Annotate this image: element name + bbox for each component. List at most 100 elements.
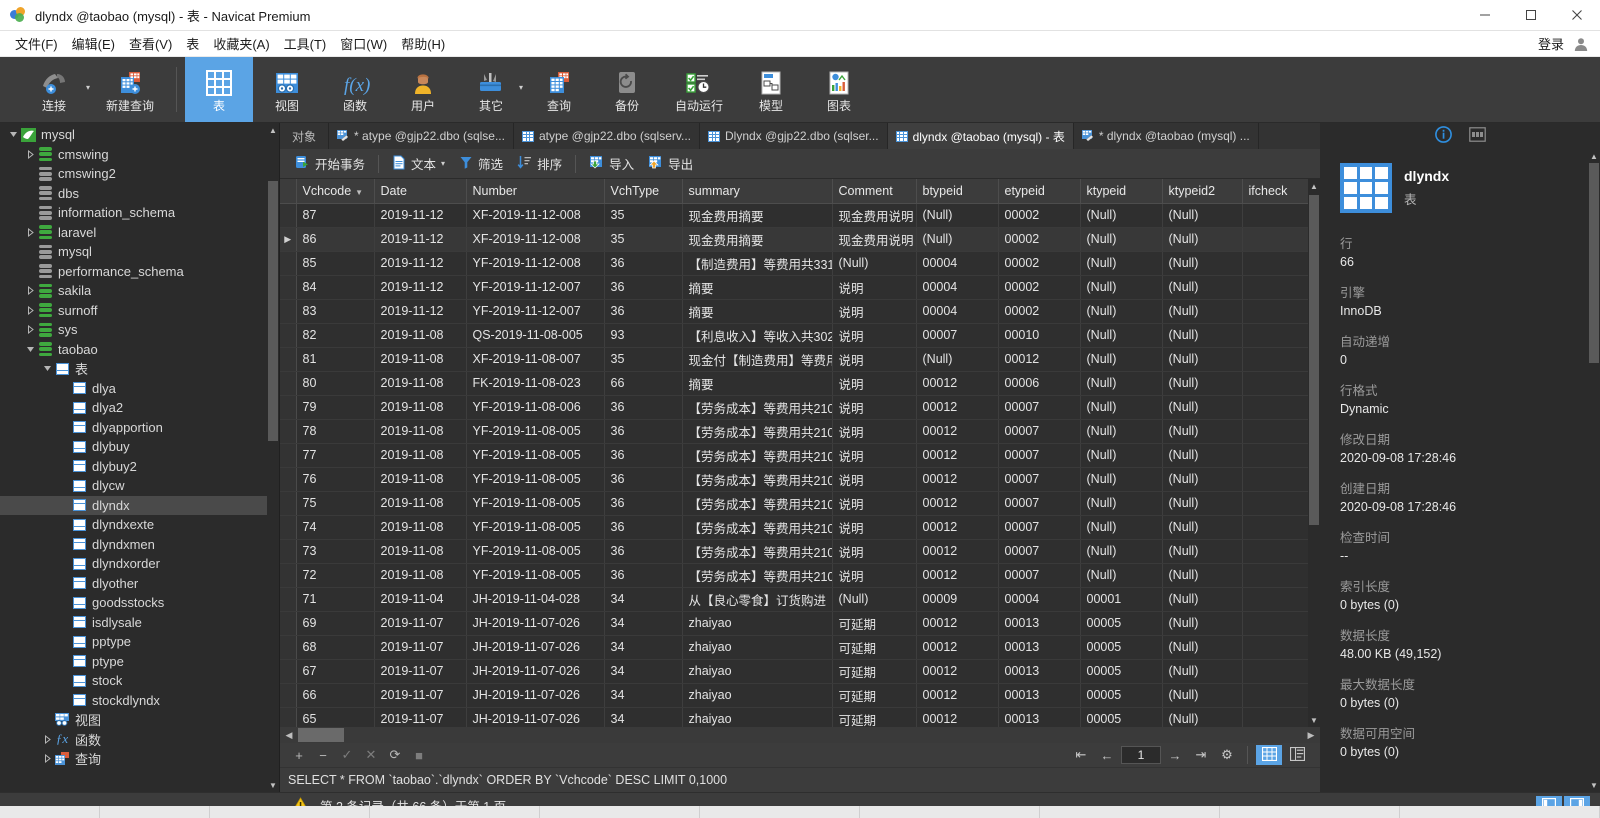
cell-summary[interactable]: zhaiyao [682,683,833,708]
begin-transaction-button[interactable]: 开始事务 [288,151,372,176]
cell-Number[interactable]: JH-2019-11-07-026 [466,683,605,708]
cell-ktypeid[interactable]: (Null) [1080,299,1163,324]
cell-btypeid[interactable]: 00012 [916,659,999,684]
cell-ifcheck[interactable] [1242,227,1319,252]
twisty-expanded-icon[interactable] [40,364,54,373]
tree-item-dlyndxorder[interactable]: dlyndxorder [0,554,267,574]
row-selector[interactable] [280,467,297,492]
cell-Date[interactable]: 2019-11-04 [374,587,467,612]
cell-etypeid[interactable]: 00007 [998,539,1081,564]
cell-Vchcode[interactable]: 65 [296,707,375,727]
cell-ktypeid[interactable]: 00005 [1080,707,1163,727]
cell-summary[interactable]: zhaiyao [682,611,833,636]
sort-desc-icon[interactable]: ▼ [355,188,363,197]
cell-btypeid[interactable]: 00012 [916,467,999,492]
import-button[interactable]: 导入 [582,151,641,176]
tree-item-[interactable]: 查询 [0,749,267,769]
account-avatar-icon[interactable] [1570,34,1592,54]
cell-btypeid[interactable]: (Null) [916,227,999,252]
scrollbar-thumb[interactable] [1589,163,1599,363]
cell-Date[interactable]: 2019-11-08 [374,395,467,420]
tree-item-goodsstocks[interactable]: goodsstocks [0,593,267,613]
close-button[interactable] [1554,0,1600,31]
cell-ifcheck[interactable] [1242,299,1319,324]
cell-summary[interactable]: 【劳务成本】等费用共2100 [682,419,833,444]
cell-Date[interactable]: 2019-11-08 [374,491,467,516]
cell-ktypeid2[interactable]: (Null) [1162,611,1243,636]
cell-Vchcode[interactable]: 75 [296,491,375,516]
cell-ktypeid2[interactable]: (Null) [1162,635,1243,660]
cell-Vchcode[interactable]: 84 [296,275,375,300]
cell-ktypeid2[interactable]: (Null) [1162,515,1243,540]
cell-etypeid[interactable]: 00007 [998,443,1081,468]
cell-Number[interactable]: YF-2019-11-12-007 [466,275,605,300]
cell-etypeid[interactable]: 00007 [998,467,1081,492]
table-row[interactable]: 83 2019-11-12 YF-2019-11-12-007 36 摘要 说明 00004… [280,299,1320,324]
scroll-down-icon[interactable]: ▼ [1588,778,1600,792]
tree-item-taobao[interactable]: taobao [0,340,267,360]
tree-item-sakila[interactable]: sakila [0,281,267,301]
cell-etypeid[interactable]: 00002 [998,251,1081,276]
row-selector[interactable] [280,395,297,420]
toolbar-new-query[interactable]: 新建查询 [92,57,168,122]
cell-VchType[interactable]: 36 [604,251,683,276]
cell-ktypeid[interactable]: (Null) [1080,203,1163,228]
table-row[interactable]: 78 2019-11-08 YF-2019-11-08-005 36 【劳务成本】等费用… [280,419,1320,444]
cell-Number[interactable]: JH-2019-11-07-026 [466,707,605,727]
table-row[interactable]: 77 2019-11-08 YF-2019-11-08-005 36 【劳务成本】等费用… [280,443,1320,468]
column-header-Vchcode[interactable]: Vchcode ▼ [296,179,375,204]
cell-Comment[interactable]: 说明 [832,515,917,540]
cell-Comment[interactable]: 现金费用说明 [832,227,917,252]
column-header-Number[interactable]: Number [466,179,605,204]
cell-Date[interactable]: 2019-11-08 [374,323,467,348]
cell-Number[interactable]: JH-2019-11-04-028 [466,587,605,612]
cell-VchType[interactable]: 36 [604,419,683,444]
cell-ktypeid[interactable]: (Null) [1080,491,1163,516]
tree-item-cmswing2[interactable]: cmswing2 [0,164,267,184]
cell-Comment[interactable]: 可延期 [832,659,917,684]
cell-ifcheck[interactable] [1242,587,1319,612]
cell-ktypeid[interactable]: (Null) [1080,347,1163,372]
cell-ktypeid2[interactable]: (Null) [1162,323,1243,348]
cell-Date[interactable]: 2019-11-12 [374,299,467,324]
cell-summary[interactable]: 【劳务成本】等费用共2100 [682,467,833,492]
cell-ifcheck[interactable] [1242,443,1319,468]
toolbar-view[interactable]: 视图 [253,57,321,122]
column-header-btypeid[interactable]: btypeid [916,179,999,204]
cell-Number[interactable]: YF-2019-11-08-005 [466,467,605,492]
row-selector[interactable] [280,491,297,516]
cell-VchType[interactable]: 35 [604,227,683,252]
cell-summary[interactable]: 从【良心零食】订货购进【纟 [682,587,833,612]
objects-tab[interactable]: 对象 [280,123,330,149]
cell-Comment[interactable]: 说明 [832,419,917,444]
cell-Comment[interactable]: 现金费用说明 [832,203,917,228]
column-header-Comment[interactable]: Comment [832,179,917,204]
cell-VchType[interactable]: 36 [604,563,683,588]
cell-Vchcode[interactable]: 67 [296,659,375,684]
menu-file[interactable]: 文件(F) [8,31,65,56]
cell-btypeid[interactable]: 00012 [916,635,999,660]
column-header-ifcheck[interactable]: ifcheck [1242,179,1319,204]
cell-Number[interactable]: YF-2019-11-08-005 [466,443,605,468]
grid-body[interactable]: 87 2019-11-12 XF-2019-11-12-008 35 现金费用摘要 现金费… [280,203,1320,727]
row-selector[interactable] [280,683,297,708]
tree-item-dlyapportion[interactable]: dlyapportion [0,418,267,438]
menu-edit[interactable]: 编辑(E) [65,31,122,56]
cell-ifcheck[interactable] [1242,347,1319,372]
cell-Date[interactable]: 2019-11-07 [374,707,467,727]
toolbar-query[interactable]: 查询 [525,57,593,122]
twisty-collapsed-icon[interactable] [23,227,37,237]
cell-ktypeid[interactable]: (Null) [1080,227,1163,252]
table-row[interactable]: 79 2019-11-08 YF-2019-11-08-006 36 【劳务成本】等费用… [280,395,1320,420]
cell-VchType[interactable]: 34 [604,611,683,636]
table-row[interactable]: 67 2019-11-07 JH-2019-11-07-026 34 zhaiyao 可延… [280,659,1320,684]
scroll-up-icon[interactable]: ▲ [267,123,279,137]
tree-item-[interactable]: 视图 [0,710,267,730]
tree-item-pptype[interactable]: pptype [0,632,267,652]
cell-Number[interactable]: XF-2019-11-12-008 [466,227,605,252]
cell-Number[interactable]: YF-2019-11-12-008 [466,251,605,276]
settings-gear-button[interactable]: ⚙ [1215,745,1239,765]
cell-Number[interactable]: XF-2019-11-08-007 [466,347,605,372]
table-row[interactable]: ▶ 86 2019-11-12 XF-2019-11-12-008 35 现金费用摘要 现金… [280,227,1320,252]
toolbar-model[interactable]: 模型 [737,57,805,122]
